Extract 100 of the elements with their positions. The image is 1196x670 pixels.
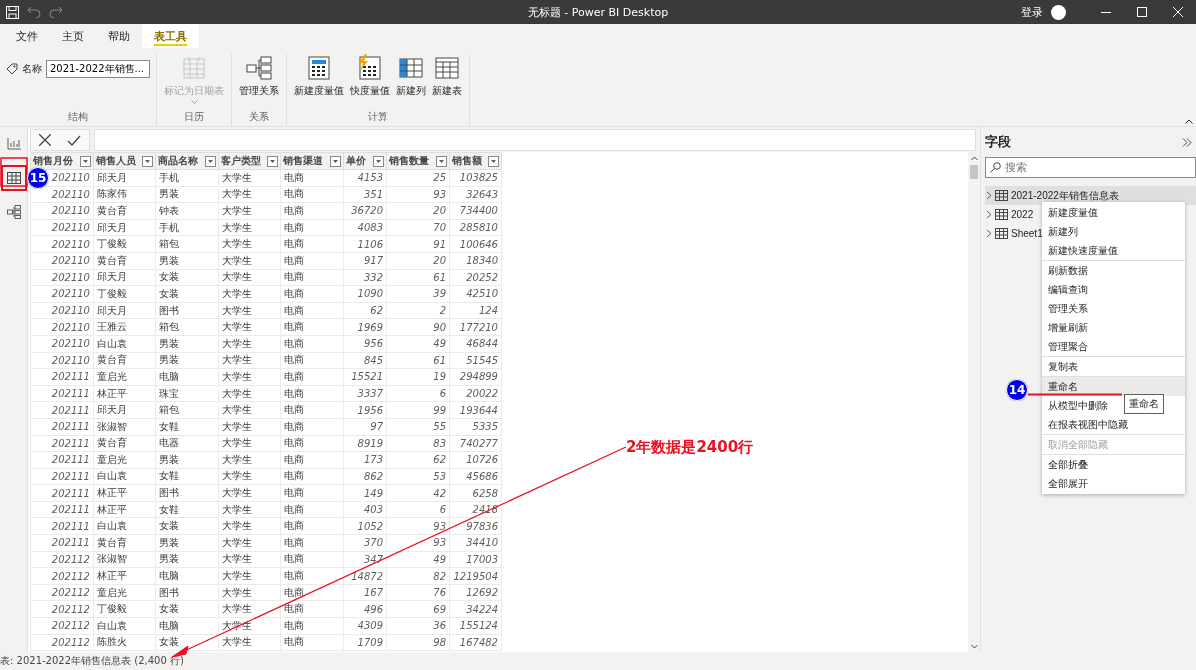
search-input[interactable]: 搜索 [1005,161,1175,174]
table-cell: 202110 [30,219,94,236]
dropdown-icon[interactable] [488,155,499,167]
table-cell: 电商 [280,451,344,469]
table-cell: 4153 [343,169,387,187]
redo-icon[interactable] [49,6,63,18]
table-cell: 图书 [155,584,219,601]
table-cell: 箱包 [155,235,219,253]
table-cell: 32643 [449,186,502,203]
ribbon-tab[interactable]: 表工具 [142,24,199,48]
menu-item[interactable]: 编辑查询 [1048,282,1088,297]
dropdown-icon[interactable] [80,155,91,167]
table-cell: 202110 [30,302,94,319]
table-cell: 5335 [449,418,502,435]
table-cell: 61 [386,269,450,286]
dropdown-icon[interactable] [267,155,278,167]
table-cell: 1709 [343,634,387,651]
table-cell: 邱天月 [93,302,156,319]
table-cell: 电商 [280,517,344,535]
table-cell: 34224 [449,600,502,618]
check-icon[interactable] [67,134,81,146]
scroll-down-icon[interactable] [970,644,978,649]
table-cell: 49 [386,335,450,353]
table-cell: 电商 [280,567,344,585]
menu-item[interactable]: 全部展开 [1048,476,1088,491]
highlight-frame [0,157,28,187]
scrollbar[interactable] [968,152,980,652]
table-cell: 黄台育 [93,252,156,270]
table-cell: 钟表 [155,202,219,220]
menu-item[interactable]: 管理关系 [1048,301,1088,316]
table-cell: 邱天月 [93,401,156,419]
name-label: 名称 [22,62,42,76]
chevron-right-icon[interactable] [986,210,992,219]
menu-item[interactable]: 新建快速度量值 [1048,243,1118,258]
maximize-icon[interactable] [1137,7,1147,17]
chevron-right-icon[interactable] [986,191,992,200]
menu-item[interactable]: 全部折叠 [1048,457,1088,472]
ribbon-button[interactable]: 新建列 [395,54,427,98]
table-name[interactable]: Sheet1 [1011,228,1043,239]
ribbon-tab[interactable]: 文件 [4,24,50,48]
scroll-thumb[interactable] [970,165,978,179]
table-cell: 林正平 [93,484,156,502]
formula-field[interactable] [94,129,976,151]
dropdown-icon[interactable] [142,155,153,167]
minimize-icon[interactable] [1101,11,1111,13]
close-icon[interactable] [1173,7,1183,17]
table-cell: 白山袁 [93,517,156,535]
table-cell: 202112 [30,584,94,601]
ribbon-tab[interactable]: 帮助 [96,24,142,48]
table-cell: 370 [343,534,387,552]
search-field[interactable]: 搜索 [985,157,1196,178]
model-icon [6,205,21,219]
table-cell: 大学生 [218,501,281,518]
table-cell: 42510 [449,285,502,303]
table-cell: 大学生 [218,368,281,386]
menu-item[interactable]: 在报表视图中隐藏 [1048,417,1128,432]
table-cell: 62 [343,302,387,319]
table-icon [433,54,461,82]
menu-item[interactable]: 从模型中删除 [1048,398,1108,413]
chevron-right-icon[interactable] [986,229,992,238]
menu-item[interactable]: 重命名 [1048,379,1078,394]
cancel-icon[interactable] [39,134,51,146]
save-icon[interactable] [6,5,19,19]
dropdown-icon[interactable] [373,155,384,167]
dropdown-icon[interactable] [330,155,341,167]
menu-item[interactable]: 复制表 [1048,359,1078,374]
table-cell: 61 [386,352,450,369]
table-cell: 202112 [30,600,94,618]
menu-item[interactable]: 增量刷新 [1048,320,1088,335]
table-cell: 202110 [30,352,94,369]
view-button[interactable] [2,167,25,189]
avatar-icon[interactable] [1051,4,1066,20]
ribbon-tab[interactable]: 主页 [50,24,96,48]
calendar-icon [180,54,208,82]
table-cell: 白山袁 [93,617,156,635]
table-cell: 黄台育 [93,435,156,452]
menu-item[interactable]: 管理聚合 [1048,339,1088,354]
table-cell: 电商 [280,202,344,220]
tooltip: 重命名 [1124,394,1164,414]
sign-in-button[interactable]: 登录 [1013,4,1051,20]
scroll-up-icon[interactable] [970,156,978,161]
ribbon-button[interactable]: 新建表 [431,54,463,98]
ribbon-button[interactable]: 管理关系 [238,54,280,98]
menu-item[interactable]: 新建度量值 [1048,205,1098,220]
table-cell: 90 [386,318,450,336]
undo-icon[interactable] [27,6,41,18]
dropdown-icon[interactable] [205,155,216,167]
table-name[interactable]: 2022 [1011,209,1034,220]
table-cell: 99 [386,401,450,419]
menu-item[interactable]: 新建列 [1048,224,1078,239]
table-cell: 202111 [30,484,94,502]
menu-item[interactable]: 刷新数据 [1048,263,1088,278]
dropdown-icon[interactable] [436,155,447,167]
table-cell: 202110 [30,252,94,270]
name-field[interactable]: 2021-2022年销售... [46,60,150,78]
table-cell: 电商 [280,534,344,552]
ribbon-button[interactable]: 快度量值 [349,54,391,98]
table-cell: 男装 [155,335,219,353]
ribbon-button[interactable]: 新建度量值 [293,54,345,98]
collapse-icon[interactable] [1185,119,1193,124]
